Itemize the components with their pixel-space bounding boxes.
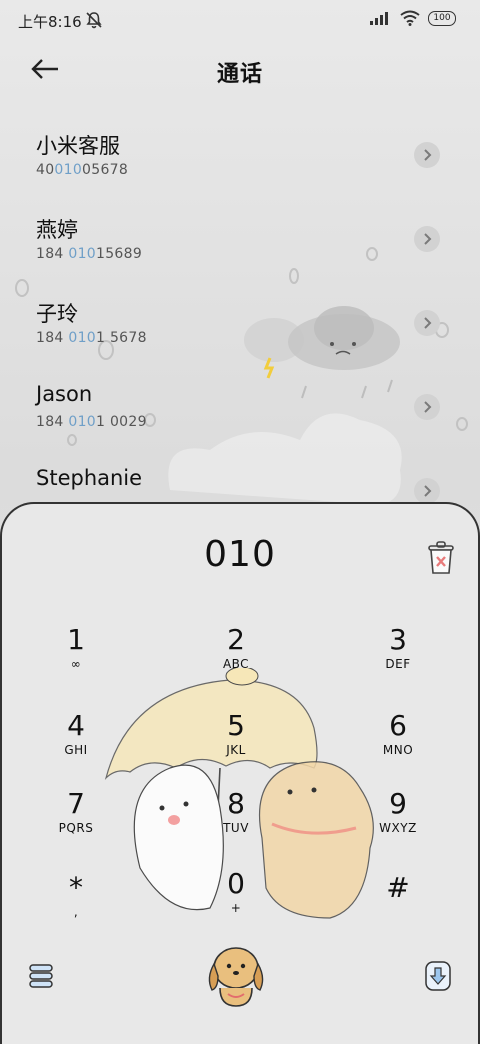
contact-name: Stephanie <box>36 466 143 490</box>
key-2[interactable]: 2 ABC <box>181 624 291 696</box>
key-star[interactable]: *, <box>21 872 131 944</box>
contact-row[interactable]: Jason 184 0101 0029 <box>0 372 480 452</box>
status-time: 上午8:16 <box>18 13 82 31</box>
key-hash[interactable]: # <box>343 872 453 944</box>
contact-number: 184 0101 0029 <box>36 414 147 430</box>
key-7[interactable]: 7 PQRS <box>21 788 131 860</box>
bell-off-icon <box>86 12 102 29</box>
download-icon[interactable] <box>424 960 452 992</box>
stack-icon[interactable] <box>28 962 54 990</box>
contact-name: 子玲 <box>36 302 78 326</box>
contact-name: 燕婷 <box>36 218 78 242</box>
signal-icon <box>370 12 388 25</box>
key-1[interactable]: 1 ∞ <box>21 624 131 696</box>
status-right: 100 <box>370 10 456 26</box>
chevron-right-icon[interactable] <box>414 226 440 252</box>
status-bar: 上午8:16 100 <box>0 0 480 40</box>
contact-row[interactable]: 燕婷 184 01015689 <box>0 204 480 284</box>
battery-icon: 100 <box>428 10 456 26</box>
page-title: 通话 <box>216 62 263 87</box>
delete-icon[interactable] <box>426 540 456 576</box>
key-9[interactable]: 9 WXYZ <box>343 788 453 860</box>
key-0[interactable]: 0 + <box>181 868 291 940</box>
contact-row[interactable]: 小米客服 4001005678 <box>0 120 480 200</box>
key-8[interactable]: 8 TUV <box>181 788 291 860</box>
key-4[interactable]: 4 GHI <box>21 710 131 782</box>
contact-name: 小米客服 <box>36 134 120 158</box>
wifi-icon <box>400 10 420 26</box>
key-5[interactable]: 5 JKL <box>181 710 291 782</box>
chevron-right-icon[interactable] <box>414 478 440 504</box>
key-6[interactable]: 6 MNO <box>343 710 453 782</box>
contact-number: 184 01015689 <box>36 246 143 262</box>
dial-input: 010 <box>204 534 276 575</box>
contact-number: 4001005678 <box>36 162 129 178</box>
chevron-right-icon[interactable] <box>414 394 440 420</box>
key-3[interactable]: 3 DEF <box>343 624 453 696</box>
chevron-right-icon[interactable] <box>414 310 440 336</box>
contact-row[interactable]: 子玲 184 0101 5678 <box>0 288 480 368</box>
dog-call-icon[interactable] <box>204 938 268 1010</box>
chevron-right-icon[interactable] <box>414 142 440 168</box>
contact-name: Jason <box>36 382 93 406</box>
contact-number: 184 0101 5678 <box>36 330 147 346</box>
